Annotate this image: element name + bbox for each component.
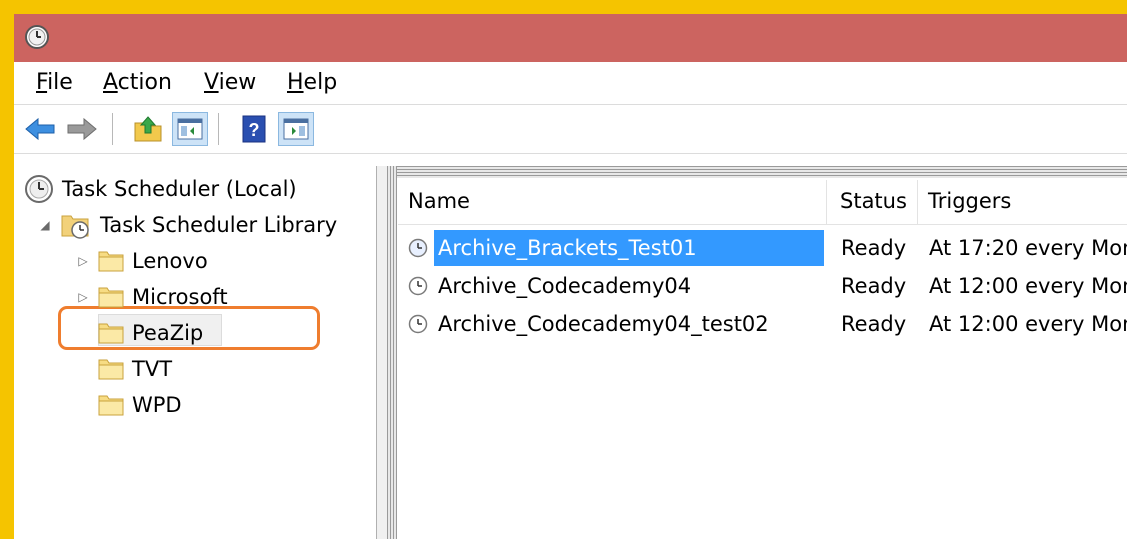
- tree-item-tvt[interactable]: TVT: [98, 352, 172, 386]
- column-divider[interactable]: [917, 180, 918, 224]
- back-button[interactable]: [22, 112, 58, 146]
- menu-file[interactable]: File: [36, 70, 73, 95]
- task-status: Ready: [841, 274, 907, 298]
- task-name: Archive_Brackets_Test01: [434, 230, 824, 266]
- expand-triangle-icon[interactable]: ▷: [76, 254, 90, 268]
- pane-splitter[interactable]: [377, 166, 387, 539]
- show-hide-action-pane-button[interactable]: [278, 112, 314, 146]
- task-scheduler-window: File Action View Help ? Task Scheduler (…: [14, 14, 1127, 539]
- task-name: Archive_Codecademy04_test02: [438, 312, 769, 336]
- forward-button[interactable]: [64, 112, 100, 146]
- column-divider[interactable]: [826, 180, 827, 224]
- help-button[interactable]: ?: [236, 112, 272, 146]
- tree-item-wpd[interactable]: WPD: [98, 388, 182, 422]
- table-row[interactable]: Archive_Brackets_Test01 Ready At 17:20 e…: [398, 230, 1127, 266]
- tree-item-lenovo[interactable]: ▷ Lenovo: [76, 244, 207, 278]
- pane-hatch-border-top: [387, 166, 1127, 178]
- toolbar-separator: [218, 113, 219, 145]
- back-arrow-icon: [25, 117, 55, 141]
- up-one-level-button[interactable]: [130, 112, 166, 146]
- column-header-status[interactable]: Status: [840, 189, 907, 213]
- library-folder-clock-icon: [61, 215, 89, 239]
- toolbar: ?: [14, 105, 1127, 154]
- tree-item-peazip[interactable]: PeaZip: [98, 316, 203, 350]
- task-clock-icon: [408, 238, 428, 258]
- folder-icon: [98, 251, 124, 272]
- tree-item-task-scheduler-local[interactable]: Task Scheduler (Local): [24, 172, 297, 206]
- clock-icon: [25, 175, 53, 203]
- folder-icon: [98, 287, 124, 308]
- menu-help[interactable]: Help: [287, 70, 337, 95]
- forward-arrow-icon: [67, 117, 97, 141]
- collapse-triangle-icon[interactable]: ◢: [38, 218, 52, 232]
- pane-hatch-border-left[interactable]: [387, 166, 397, 539]
- task-clock-icon: [408, 314, 428, 334]
- title-bar[interactable]: [14, 14, 1127, 62]
- column-header-triggers[interactable]: Triggers: [928, 189, 1011, 213]
- task-trigger: At 12:00 every Mon: [929, 312, 1127, 336]
- show-hide-action-pane-icon: [283, 118, 309, 140]
- table-row[interactable]: Archive_Codecademy04 Ready At 12:00 ever…: [398, 268, 1127, 304]
- task-trigger: At 12:00 every Mon: [929, 274, 1127, 298]
- clock-icon[interactable]: [24, 24, 50, 50]
- task-status: Ready: [841, 312, 907, 336]
- help-icon: ?: [242, 115, 266, 143]
- menu-bar: File Action View Help: [14, 62, 1127, 105]
- column-header-name[interactable]: Name: [408, 189, 470, 213]
- menu-action[interactable]: Action: [103, 70, 172, 95]
- task-trigger: At 17:20 every Mon: [929, 236, 1127, 260]
- folder-icon: [98, 359, 124, 380]
- expand-triangle-icon[interactable]: ▷: [76, 290, 90, 304]
- task-status: Ready: [841, 236, 907, 260]
- show-hide-console-tree-icon: [177, 118, 203, 140]
- task-clock-icon: [408, 276, 428, 296]
- folder-icon: [98, 323, 124, 344]
- up-folder-icon: [134, 116, 162, 142]
- task-list-header: Name Status Triggers: [398, 180, 1127, 225]
- tree-item-task-scheduler-library[interactable]: ◢ Task Scheduler Library: [38, 208, 337, 242]
- tree-item-microsoft[interactable]: ▷ Microsoft: [76, 280, 227, 314]
- table-row[interactable]: Archive_Codecademy04_test02 Ready At 12:…: [398, 306, 1127, 342]
- menu-view[interactable]: View: [204, 70, 256, 95]
- svg-text:?: ?: [249, 120, 260, 140]
- show-hide-console-tree-button[interactable]: [172, 112, 208, 146]
- folder-icon: [98, 395, 124, 416]
- task-name: Archive_Codecademy04: [438, 274, 692, 298]
- toolbar-separator: [112, 113, 113, 145]
